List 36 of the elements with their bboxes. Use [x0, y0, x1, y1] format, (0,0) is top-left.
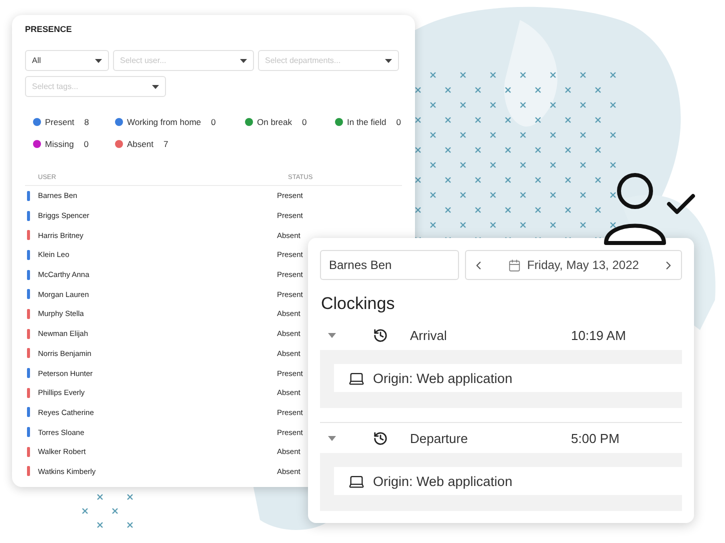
legend-label: Working from home [127, 117, 202, 127]
clocking-label: Departure [410, 430, 469, 446]
legend-label: In the field [347, 117, 386, 127]
legend-label: Absent [127, 139, 154, 149]
legend-count: 7 [163, 139, 168, 149]
clocking-label: Arrival [410, 328, 448, 342]
filter-select[interactable]: Select user... [113, 50, 254, 71]
expand-toggle[interactable] [328, 436, 336, 440]
legend-label: On break [257, 117, 292, 127]
legend-label: Missing [45, 139, 74, 149]
caret-icon [152, 85, 159, 89]
caret-icon [240, 59, 247, 63]
legend-label: Present [45, 117, 74, 127]
user-field[interactable]: Barnes Ben [320, 250, 459, 280]
date-label: Friday, May 13, 2022 [527, 258, 639, 272]
origin-text: Origin: Web application [373, 474, 512, 488]
filter-select[interactable]: Select tags... [25, 76, 166, 97]
filter-select[interactable]: All [25, 50, 109, 71]
legend-count: 0 [302, 117, 307, 127]
expand-toggle[interactable] [328, 332, 336, 338]
filter-select[interactable]: Select departments... [258, 50, 399, 71]
legend-count: 0 [84, 139, 89, 149]
clocking-time: 10:19 AM [571, 328, 627, 342]
caret-icon [95, 59, 102, 63]
caret-icon [385, 59, 392, 63]
history-icon [373, 430, 388, 446]
origin-text: Origin: Web application [373, 370, 512, 386]
history-icon [373, 328, 388, 342]
calendar-icon [508, 258, 522, 272]
card-title: PRESENCE [25, 24, 73, 34]
legend-count: 0 [396, 117, 401, 127]
date-navigator[interactable]: Friday, May 13, 2022 [465, 250, 682, 280]
section-title: Clockings [321, 294, 396, 314]
clocking-time: 5:00 PM [571, 430, 620, 446]
legend-count: 0 [211, 117, 216, 127]
legend-count: 8 [84, 117, 90, 127]
